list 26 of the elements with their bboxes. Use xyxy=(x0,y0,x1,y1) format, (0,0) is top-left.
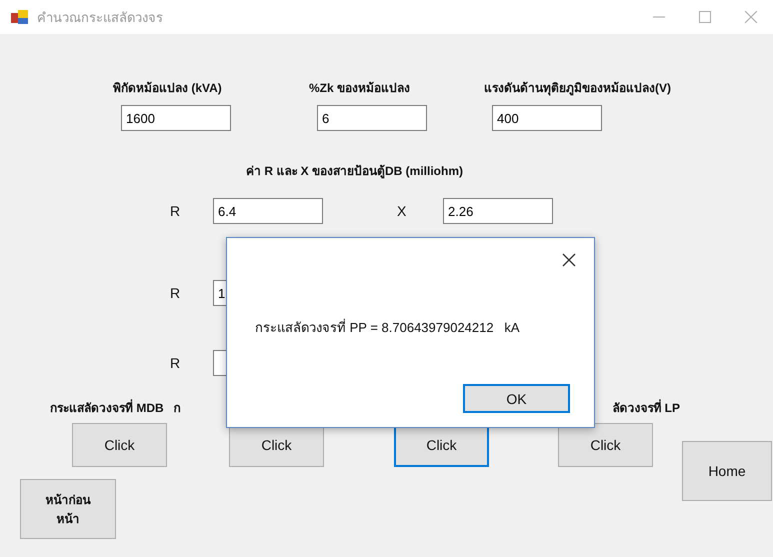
section-heading: ค่า R และ X ของสายป้อนตู้DB (milliohm) xyxy=(246,163,464,180)
result-label: ก xyxy=(174,400,181,417)
dialog-message: กระแสลัดวงจรที่ PP = 8.70643979024212 kA xyxy=(255,318,521,337)
back-button[interactable]: หน้าก่อน หน้า xyxy=(20,479,116,539)
click-button[interactable]: Click xyxy=(558,423,653,467)
input-field[interactable]: 6 xyxy=(317,105,427,131)
input-field[interactable]: 400 xyxy=(492,105,602,131)
field-label: R xyxy=(170,355,182,371)
app-icon xyxy=(11,9,29,25)
home-button[interactable]: Home xyxy=(682,441,772,501)
field-label: แรงดันด้านทุติยภูมิของหม้อแปลง(V) xyxy=(484,80,671,97)
ok-button[interactable]: OK xyxy=(463,384,570,413)
result-label: ลัดวงจรที่ LP xyxy=(612,398,680,417)
window-title: คำนวณกระแสลัดวงจร xyxy=(37,8,163,26)
field-label: %Zk ของหม้อแปลง xyxy=(309,80,412,97)
field-label: R xyxy=(170,285,182,301)
field-label: X xyxy=(397,203,408,219)
close-icon[interactable] xyxy=(562,253,576,267)
input-field[interactable]: 1600 xyxy=(121,105,231,131)
click-button[interactable]: Click xyxy=(72,423,167,467)
input-field[interactable]: 6.4 xyxy=(213,198,323,224)
input-field[interactable]: 2.26 xyxy=(443,198,553,224)
maximize-icon[interactable] xyxy=(699,11,711,23)
field-label: พิกัดหม้อแปลง (kVA) xyxy=(113,80,223,97)
result-label: กระแสลัดวงจรที่ MDB xyxy=(50,398,164,417)
field-label: R xyxy=(170,203,182,219)
